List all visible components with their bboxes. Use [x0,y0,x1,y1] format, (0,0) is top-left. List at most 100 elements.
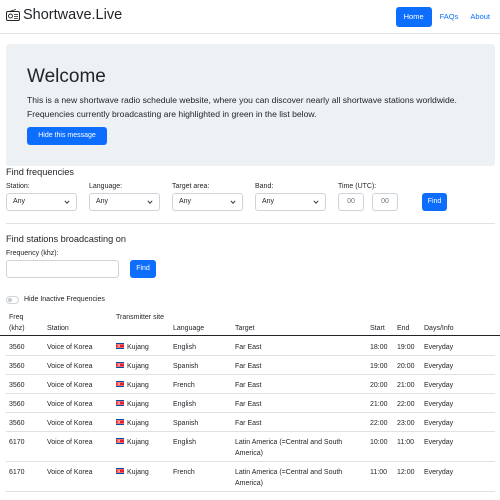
north-korea-flag-icon [116,468,124,475]
cell-days: Everyday [424,420,454,427]
cell-language: English [173,401,196,408]
hide-inactive-toggle[interactable] [6,296,19,304]
station-select[interactable]: Any [6,193,77,211]
cell-station: Voice of Korea [47,382,93,389]
chevron-down-icon [64,200,70,204]
header-station: Station [47,325,69,332]
nav-about[interactable]: About [464,7,496,27]
north-korea-flag-icon [116,400,124,407]
header-target: Target [235,325,255,332]
cell-language: Spanish [173,420,199,427]
cell-freq: 3560 [9,401,25,408]
cell-site: Kujang [116,467,171,478]
cell-freq: 6170 [9,439,25,446]
cell-site: Kujang [116,437,171,448]
cell-site: Kujang [116,399,171,410]
nav-faqs[interactable]: FAQs [434,7,465,27]
welcome-text: This is a new shortwave radio schedule w… [27,95,457,119]
cell-start: 22:00 [370,420,388,427]
cell-language: French [173,469,195,476]
cell-language: Spanish [173,363,199,370]
site-name: Kujang [127,401,149,408]
station-select-value: Any [13,198,26,205]
cell-target: Latin America (=Central and South Americ… [235,469,343,487]
section-divider [6,223,495,224]
nav-links: Home FAQs About [395,7,496,27]
north-korea-flag-icon [116,419,124,426]
cell-station: Voice of Korea [47,439,93,446]
time-to-input[interactable]: 00 [372,193,398,211]
cell-station: Voice of Korea [47,469,93,476]
cell-language: English [173,344,196,351]
table-row: 3560 Voice of Korea Kujang English Far East 1… [6,337,495,356]
frequency-label: Frequency (khz): [6,250,59,257]
nav-home[interactable]: Home [395,7,432,27]
cell-end: 11:00 [397,439,414,446]
brand[interactable]: Shortwave.Live [6,7,122,23]
cell-start: 18:00 [370,344,388,351]
cell-station: Voice of Korea [47,401,93,408]
cell-freq: 3560 [9,344,25,351]
cell-station: Voice of Korea [47,420,93,427]
navbar: Shortwave.Live Home FAQs About [0,0,500,34]
header-end: End [397,325,410,332]
site-name: Kujang [127,382,149,389]
table-row: 3560 Voice of Korea Kujang Spanish Far East 2… [6,413,495,432]
cell-site: Kujang [116,380,171,391]
cell-end: 21:00 [397,382,415,389]
cell-freq: 6170 [9,469,25,476]
find-stations-button[interactable]: Find [130,260,156,278]
north-korea-flag-icon [116,381,124,388]
station-label: Station: [6,183,30,190]
cell-end: 22:00 [397,401,415,408]
cell-days: Everyday [424,382,454,389]
cell-language: French [173,382,195,389]
cell-start: 19:00 [370,363,388,370]
cell-end: 12:00 [397,469,415,476]
target-select-value: Any [179,198,192,205]
table-row: 3560 Voice of Korea Kujang English Far East 2… [6,394,495,413]
header-days: Days/Info [424,325,454,332]
table-row: 3560 Voice of Korea Kujang French Far East 20… [6,375,495,394]
frequency-input[interactable] [6,260,119,278]
site-name: Kujang [127,439,149,446]
band-select-value: Any [262,198,275,205]
hide-message-button[interactable]: Hide this message [27,127,107,145]
cell-days: Everyday [424,439,454,446]
target-select[interactable]: Any [172,193,243,211]
find-frequencies-title: Find frequencies [6,167,74,177]
cell-target: Far East [235,363,262,370]
band-select[interactable]: Any [255,193,326,211]
target-label: Target area: [172,183,210,190]
cell-station: Voice of Korea [47,363,93,370]
cell-end: 23:00 [397,420,415,427]
cell-target: Far East [235,344,262,351]
find-stations-title: Find stations broadcasting on [6,234,127,244]
cell-end: 20:00 [397,363,415,370]
radio-icon [6,9,20,21]
cell-days: Everyday [424,363,454,370]
cell-site: Kujang [116,418,171,429]
cell-target: Far East [235,401,262,408]
table-row: 6170 Voice of Korea Kujang French Latin Amer… [6,462,495,492]
cell-language: English [173,439,196,446]
welcome-title: Welcome [27,66,106,87]
cell-site: Kujang [116,361,171,372]
language-select-value: Any [96,198,109,205]
cell-days: Everyday [424,344,454,351]
cell-freq: 3560 [9,420,25,427]
cell-target: Latin America (=Central and South Americ… [235,439,343,457]
welcome-panel: Welcome This is a new shortwave radio sc… [6,44,495,166]
table-row: 3560 Voice of Korea Kujang Spanish Far East 1… [6,356,495,375]
band-label: Band: [255,183,274,190]
find-frequencies-button[interactable]: Find [422,193,447,211]
chevron-down-icon [147,200,153,204]
site-name: Kujang [127,344,149,351]
time-from-input[interactable]: 00 [338,193,364,211]
language-select[interactable]: Any [89,193,160,211]
cell-station: Voice of Korea [47,344,93,351]
brand-title: Shortwave.Live [23,7,123,23]
header-language: Language [173,325,205,332]
north-korea-flag-icon [116,343,124,350]
cell-start: 11:00 [370,469,387,476]
